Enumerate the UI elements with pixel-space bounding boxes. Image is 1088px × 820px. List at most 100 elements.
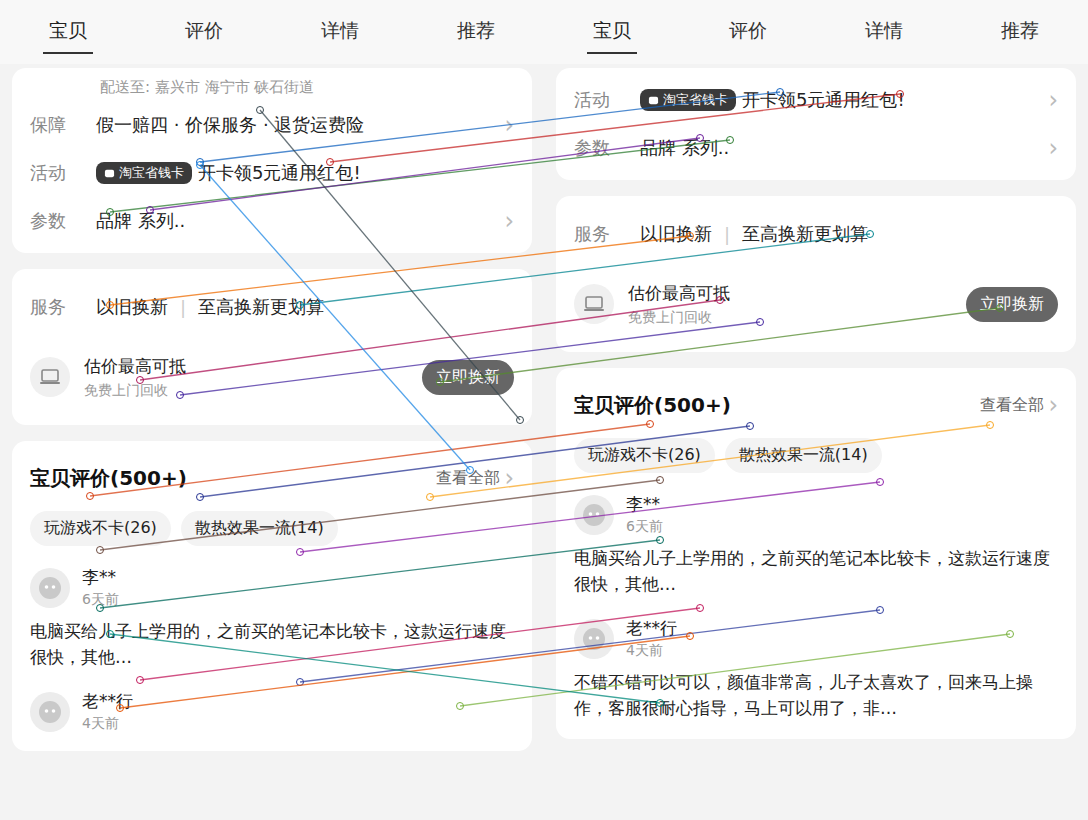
service-row[interactable]: 服务以旧换新|至高换新更划算 xyxy=(30,277,514,337)
card-badge: 淘宝省钱卡 xyxy=(96,162,192,184)
match-line xyxy=(97,537,664,612)
feature-matches xyxy=(0,0,1088,820)
review-tag[interactable]: 散热效果一流(14) xyxy=(725,438,882,473)
row-label: 参数 xyxy=(574,136,620,160)
match-line xyxy=(87,421,654,500)
laptop-icon xyxy=(574,284,614,324)
row-value: 淘宝省钱卡开卡领5元通用红包! xyxy=(96,161,514,185)
offer-subtitle: 免费上门回收 xyxy=(84,382,408,400)
offer-title: 估价最高可抵 xyxy=(84,355,408,378)
review-time: 6天前 xyxy=(626,518,663,536)
avatar-icon xyxy=(581,626,607,652)
reviews-title: 宝贝评价(500+) xyxy=(574,392,731,419)
product-screen: 宝贝 评价 详情 推荐配送至: 嘉兴市 海宁市 硖石街道保障假一赔四 · 价保服务 ·… xyxy=(0,0,544,820)
trade-in-button[interactable]: 立即换新 xyxy=(422,360,514,395)
review-item[interactable]: 李** 6天前电脑买给儿子上学用的，之前买的笔记本比较卡，这款运行速度很快，其他… xyxy=(574,483,1058,607)
avatar xyxy=(574,495,614,535)
delivery-address[interactable]: 配送至: 嘉兴市 海宁市 硖石街道 xyxy=(30,76,514,101)
view-all-link[interactable]: 查看全部› xyxy=(980,393,1058,417)
service-row[interactable]: 服务以旧换新|至高换新更划算 xyxy=(574,204,1058,264)
chevron-icon: › xyxy=(1048,393,1058,417)
divider: | xyxy=(180,297,186,318)
match-line xyxy=(147,135,704,214)
tab[interactable]: 评价 xyxy=(179,10,229,54)
tab[interactable]: 推荐 xyxy=(995,10,1045,54)
match-line xyxy=(137,297,724,384)
match-line xyxy=(297,607,884,686)
service-card: 服务以旧换新|至高换新更划算估价最高可抵免费上门回收立即换新 xyxy=(556,196,1076,352)
trade-in-offer: 估价最高可抵免费上门回收立即换新 xyxy=(574,264,1058,344)
match-line xyxy=(457,631,1014,710)
row-label: 服务 xyxy=(30,295,76,319)
tab[interactable]: 推荐 xyxy=(451,10,501,54)
trade-in-offer: 估价最高可抵免费上门回收立即换新 xyxy=(30,337,514,417)
tab-bar: 宝贝 评价 详情 推荐 xyxy=(544,0,1088,64)
info-row[interactable]: 参数品牌 系列..› xyxy=(30,197,514,245)
match-line xyxy=(137,605,704,684)
match-line xyxy=(327,91,904,166)
info-card: 配送至: 嘉兴市 海宁市 硖石街道保障假一赔四 · 价保服务 · 退货运费险›活… xyxy=(12,68,532,253)
info-row[interactable]: 活动淘宝省钱卡开卡领5元通用红包!› xyxy=(574,76,1058,124)
avatar-icon xyxy=(37,699,63,725)
review-tag[interactable]: 玩游戏不卡(26) xyxy=(574,438,715,473)
chevron-icon: › xyxy=(1048,88,1058,112)
wallet-icon xyxy=(104,168,115,179)
chevron-icon: › xyxy=(504,209,514,233)
review-item[interactable]: 李**6天前电脑买给儿子上学用的，之前买的笔记本比较卡，这款运行速度很快，其他… xyxy=(30,556,514,680)
tab[interactable]: 评价 xyxy=(723,10,773,54)
match-line xyxy=(97,477,664,554)
info-row[interactable]: 参数品牌 系列..› xyxy=(574,124,1058,172)
laptop-icon xyxy=(30,357,70,397)
match-line xyxy=(297,479,884,556)
service-item: 至高换新更划算 xyxy=(198,295,324,319)
avatar-icon xyxy=(37,575,63,601)
row-label: 服务 xyxy=(574,222,620,246)
review-tags: 玩游戏不卡(26) 散热效果一流(14) xyxy=(574,434,1058,483)
reviewer-name: 李** xyxy=(82,566,119,589)
row-label: 活动 xyxy=(574,88,620,112)
row-label: 活动 xyxy=(30,161,76,185)
card-badge: 淘宝省钱卡 xyxy=(640,89,736,111)
review-tag[interactable]: 玩游戏不卡(26) xyxy=(30,511,171,546)
review-item[interactable]: 老**行 4天前 xyxy=(30,680,514,743)
match-line xyxy=(107,137,734,216)
chevron-icon: › xyxy=(1048,136,1058,160)
service-card: 服务以旧换新|至高换新更划算估价最高可抵免费上门回收立即换新 xyxy=(12,269,532,425)
review-time: 6天前 xyxy=(82,591,119,609)
review-item[interactable]: 老**行4天前不错不错可以可以，颜值非常高，儿子太喜欢了，回来马上操作，客服很耐… xyxy=(574,607,1058,731)
match-line xyxy=(297,231,874,309)
review-time: 4天前 xyxy=(626,642,677,660)
review-time: 4天前 xyxy=(82,715,133,733)
divider: | xyxy=(724,224,730,245)
reviews-card: 宝贝评价(500+) 查看全部› 玩游戏不卡(26) 散热效果一流(14) 李** 6天前… xyxy=(556,368,1076,739)
match-line xyxy=(197,89,784,166)
avatar xyxy=(30,692,70,732)
service-items: 以旧换新|至高换新更划算 xyxy=(96,295,324,319)
reviewer-name: 李** xyxy=(626,493,663,516)
trade-in-button[interactable]: 立即换新 xyxy=(966,287,1058,322)
view-all-link[interactable]: 查看全部› xyxy=(436,466,514,490)
match-line xyxy=(107,631,664,707)
offer-title: 估价最高可抵 xyxy=(628,282,952,305)
match-line xyxy=(427,422,994,501)
review-tag[interactable]: 散热效果一流(14) xyxy=(181,511,338,546)
reviewer-name: 老**行 xyxy=(82,690,133,713)
tab[interactable]: 详情 xyxy=(859,10,909,54)
service-item: 至高换新更划算 xyxy=(742,222,868,246)
info-row[interactable]: 活动淘宝省钱卡开卡领5元通用红包! xyxy=(30,149,514,197)
match-line xyxy=(117,633,694,712)
reviews-title: 宝贝评价(500+) xyxy=(30,465,187,492)
offer-subtitle: 免费上门回收 xyxy=(628,309,952,327)
wallet-icon xyxy=(648,95,659,106)
info-row[interactable]: 保障假一赔四 · 价保服务 · 退货运费险› xyxy=(30,101,514,149)
tab-bar: 宝贝 评价 详情 推荐 xyxy=(0,0,544,64)
tab[interactable]: 宝贝 xyxy=(43,10,93,54)
row-value: 假一赔四 · 价保服务 · 退货运费险 xyxy=(96,113,484,137)
review-text: 电脑买给儿子上学用的，之前买的笔记本比较卡，这款运行速度很快，其他… xyxy=(574,546,1058,597)
row-label: 保障 xyxy=(30,113,76,137)
review-text: 不错不错可以可以，颜值非常高，儿子太喜欢了，回来马上操作，客服很耐心指导，马上可… xyxy=(574,670,1058,721)
match-line xyxy=(177,319,764,399)
tab[interactable]: 宝贝 xyxy=(587,10,637,54)
tab[interactable]: 详情 xyxy=(315,10,365,54)
match-line xyxy=(257,107,524,424)
